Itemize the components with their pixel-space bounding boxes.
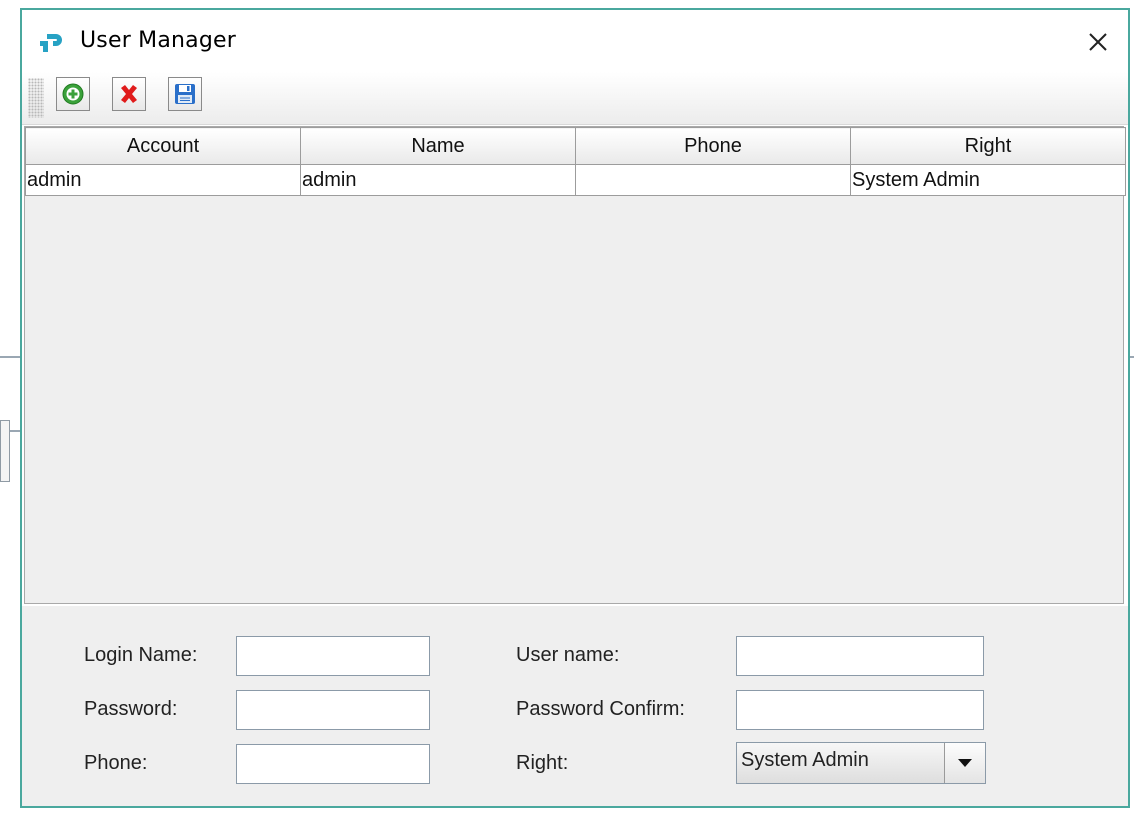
- delete-x-icon: [121, 85, 137, 103]
- password-label: Password:: [84, 698, 178, 720]
- right-select-dropdown-button[interactable]: [944, 743, 985, 783]
- toolbar: [22, 72, 1128, 125]
- add-user-button[interactable]: [56, 77, 90, 111]
- close-button[interactable]: [1080, 24, 1116, 60]
- cell-name[interactable]: admin: [300, 164, 576, 196]
- password-confirm-label: Password Confirm:: [516, 698, 685, 720]
- cell-account[interactable]: admin: [25, 164, 301, 196]
- user-name-field[interactable]: [736, 636, 984, 676]
- window-title: User Manager: [80, 28, 236, 53]
- phone-label: Phone:: [84, 752, 148, 774]
- floppy-disk-icon: [175, 84, 195, 104]
- table-header-row: Account Name Phone Right: [25, 127, 1126, 165]
- users-table: Account Name Phone Right admin admin Sys…: [25, 127, 1126, 196]
- toolbar-grip[interactable]: [28, 78, 44, 118]
- user-manager-dialog: User Manager Account Name Phone Right ad…: [20, 8, 1130, 808]
- user-form: Login Name: Password: Phone: User name: …: [22, 606, 1128, 806]
- right-label: Right:: [516, 752, 569, 774]
- phone-field[interactable]: [236, 744, 430, 784]
- save-button[interactable]: [168, 77, 202, 111]
- cell-right[interactable]: System Admin: [850, 164, 1126, 196]
- password-confirm-field[interactable]: [736, 690, 984, 730]
- add-circle-icon: [62, 83, 84, 105]
- right-select[interactable]: System Admin: [736, 742, 986, 784]
- column-header-phone[interactable]: Phone: [575, 127, 851, 165]
- background-panel-edge: [0, 420, 10, 482]
- password-field[interactable]: [236, 690, 430, 730]
- chevron-down-icon: [958, 759, 972, 767]
- user-name-label: User name:: [516, 644, 620, 666]
- app-logo-icon: [40, 34, 62, 52]
- table-row[interactable]: admin admin System Admin: [25, 164, 1126, 196]
- cell-phone[interactable]: [575, 164, 851, 196]
- column-header-right[interactable]: Right: [850, 127, 1126, 165]
- login-name-label: Login Name:: [84, 644, 198, 666]
- column-header-account[interactable]: Account: [25, 127, 301, 165]
- title-bar[interactable]: User Manager: [22, 10, 1128, 72]
- right-select-value: System Admin: [741, 749, 869, 771]
- close-icon: [1089, 33, 1107, 51]
- delete-user-button[interactable]: [112, 77, 146, 111]
- login-name-field[interactable]: [236, 636, 430, 676]
- column-header-name[interactable]: Name: [300, 127, 576, 165]
- background-divider: [0, 356, 20, 358]
- users-table-panel[interactable]: Account Name Phone Right admin admin Sys…: [24, 126, 1126, 604]
- background-divider: [1130, 356, 1134, 358]
